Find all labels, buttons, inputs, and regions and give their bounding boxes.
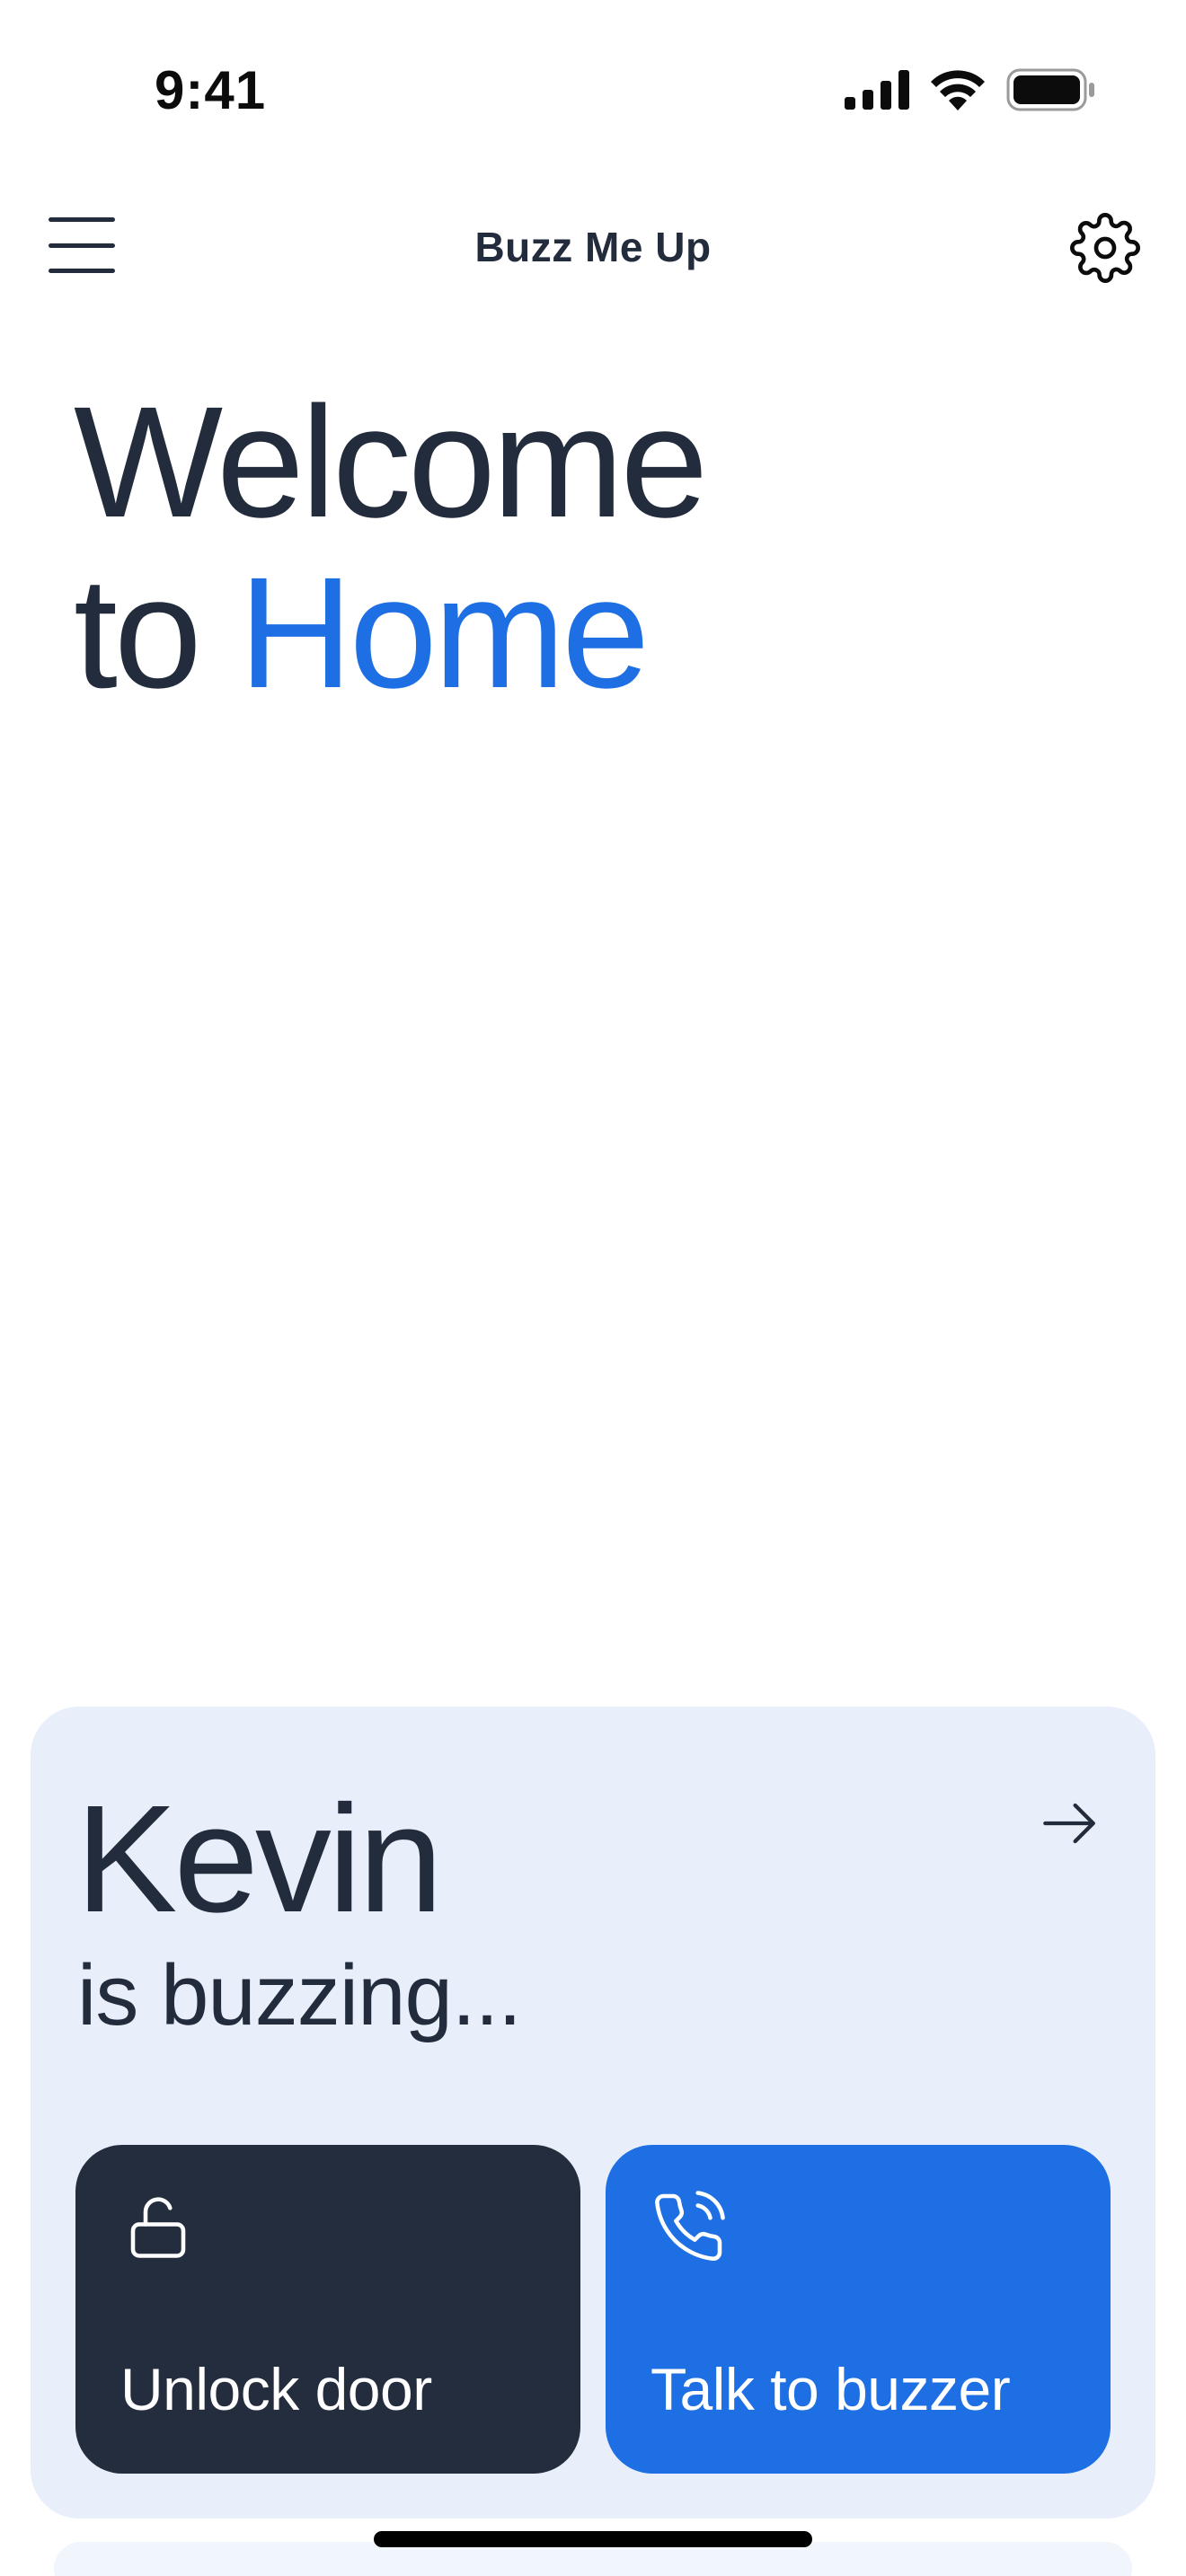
- phone-ringing-icon: [655, 2191, 725, 2261]
- welcome-line-1: Welcome: [74, 375, 708, 551]
- arrow-right-icon: [1043, 1803, 1095, 1844]
- status-icons: [845, 68, 1096, 116]
- welcome-heading: Welcome to Home: [74, 375, 708, 719]
- talk-to-buzzer-label: Talk to buzzer: [651, 2356, 1011, 2422]
- welcome-prefix: to: [74, 545, 202, 721]
- welcome-line-2: to Home: [74, 548, 704, 719]
- talk-to-buzzer-button[interactable]: Talk to buzzer: [606, 2145, 1111, 2474]
- wifi-icon: [929, 69, 987, 115]
- app-title: Buzz Me Up: [474, 224, 712, 270]
- welcome-accent: Home: [238, 545, 650, 721]
- hamburger-menu-icon: [49, 217, 115, 222]
- status-time: 9:41: [155, 60, 267, 120]
- open-buzz-button[interactable]: [1033, 1787, 1105, 1859]
- caller-name: Kevin: [75, 1774, 443, 1945]
- nav-bar: Buzz Me Up: [0, 198, 1186, 296]
- home-screen: 9:41 Buzz Me Up Welcome to Home Kevin is…: [0, 0, 1186, 2576]
- unlock-door-button[interactable]: Unlock door: [75, 2145, 580, 2474]
- unlock-door-label: Unlock door: [120, 2356, 432, 2422]
- buzz-card: Kevin is buzzing... Unlock door Talk to …: [31, 1707, 1155, 2519]
- unlock-icon: [130, 2197, 186, 2258]
- cellular-signal-icon: [845, 70, 909, 114]
- status-bar: 9:41: [0, 0, 1186, 180]
- home-indicator[interactable]: [374, 2531, 812, 2547]
- gear-icon: [1070, 213, 1140, 283]
- battery-icon: [1006, 68, 1096, 116]
- caller-status: is buzzing...: [77, 1947, 522, 2043]
- settings-button[interactable]: [1069, 212, 1141, 284]
